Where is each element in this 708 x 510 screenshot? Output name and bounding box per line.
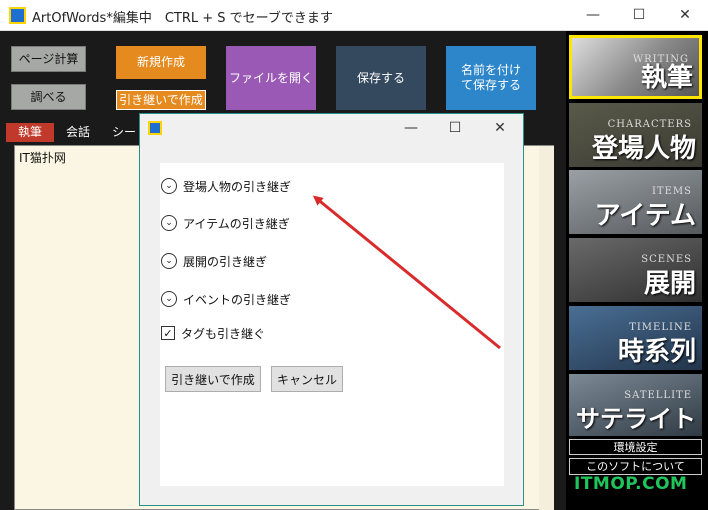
annotation-arrow [312,195,501,350]
